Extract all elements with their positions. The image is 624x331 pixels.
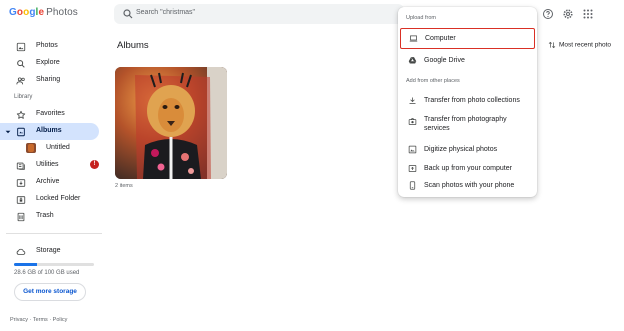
sidebar-item-label: Utilities [36, 161, 59, 168]
back-up-from-computer-item[interactable]: Back up from your computer [400, 160, 535, 178]
sidebar-item-label: Photos [36, 42, 58, 49]
sort-button[interactable]: Most recent photo [548, 41, 611, 49]
caret-down-icon[interactable] [5, 129, 11, 135]
menu-item-label: Transfer from photo collections [424, 97, 520, 104]
menu-item-label: Transfer from photography services [424, 116, 507, 132]
sidebar-item-locked-folder[interactable]: Locked Folder [6, 191, 100, 208]
menu-item-label: Digitize physical photos [424, 146, 498, 153]
cloud-icon [16, 248, 26, 255]
sort-icon [548, 41, 556, 49]
sidebar-item-storage[interactable]: Storage [6, 243, 100, 260]
search-placeholder: Search "christmas" [136, 9, 196, 16]
laptop-icon [409, 35, 418, 42]
google-photos-logo[interactable]: Google Photos [9, 7, 78, 18]
sidebar-item-utilities[interactable]: Utilities ! [6, 157, 100, 174]
sidebar: Photos Explore Sharing Library Favorites… [0, 30, 108, 331]
other-places-label: Add from other places [406, 78, 460, 84]
sidebar-item-untitled-album[interactable]: Untitled [6, 140, 100, 157]
sidebar-item-label: Locked Folder [36, 195, 81, 202]
sidebar-item-label: Trash [36, 212, 54, 219]
download-icon [409, 97, 416, 104]
get-more-storage-button[interactable]: Get more storage [14, 283, 86, 301]
upload-menu: Upload from Computer Google Drive Add fr… [398, 7, 537, 197]
lion-portrait-image [115, 67, 227, 179]
sidebar-item-trash[interactable]: Trash [6, 208, 100, 225]
archive-icon [16, 179, 26, 187]
sort-label: Most recent photo [559, 41, 612, 49]
sidebar-item-sharing[interactable]: Sharing [6, 72, 100, 89]
sidebar-item-archive[interactable]: Archive [6, 174, 100, 191]
logo-word: Google [9, 7, 45, 18]
storage-progress-fill [14, 263, 37, 266]
search-icon [123, 9, 133, 19]
upload-from-label: Upload from [406, 15, 436, 21]
digitize-physical-photos-item[interactable]: Digitize physical photos [400, 141, 535, 159]
photo-scan-icon [408, 145, 417, 154]
menu-item-label: Computer [425, 35, 456, 42]
menu-item-label: Scan photos with your phone [424, 182, 515, 189]
drive-icon [408, 57, 417, 64]
storage-progress-bar [14, 263, 94, 266]
sidebar-item-albums[interactable]: Albums [0, 123, 99, 140]
menu-item-label: Back up from your computer [424, 165, 512, 172]
album-count: 2 items [115, 183, 133, 189]
page-title: Albums [117, 40, 149, 51]
album-card-thumbnail[interactable] [115, 67, 227, 179]
sidebar-item-label: Archive [36, 178, 60, 185]
album-icon [17, 127, 25, 137]
album-thumbnail [26, 143, 36, 153]
sidebar-item-photos[interactable]: Photos [6, 38, 100, 55]
transfer-photo-collections-item[interactable]: Transfer from photo collections [400, 92, 535, 110]
help-icon[interactable] [542, 8, 554, 20]
phone-icon [409, 181, 416, 190]
transfer-photography-services-item[interactable]: Transfer from photography services [400, 113, 535, 137]
sidebar-item-label: Explore [36, 59, 60, 66]
trash-icon [17, 212, 25, 222]
library-section-label: Library [14, 94, 33, 100]
lock-icon [16, 196, 26, 204]
people-icon [16, 77, 25, 85]
storage-used-text: 28.6 GB of 100 GB used [14, 270, 80, 276]
gear-icon[interactable] [562, 8, 574, 20]
star-icon [16, 110, 26, 119]
sidebar-item-label: Favorites [36, 110, 65, 117]
sidebar-item-label: Sharing [36, 76, 61, 83]
notification-badge: ! [90, 160, 99, 169]
sidebar-item-label: Albums [36, 127, 62, 134]
sidebar-item-label: Storage [36, 247, 61, 254]
menu-item-label: Google Drive [424, 57, 465, 64]
sidebar-item-label: Untitled [46, 144, 70, 151]
sidebar-item-favorites[interactable]: Favorites [6, 106, 100, 123]
apps-grid-icon[interactable] [582, 8, 594, 20]
search-input[interactable]: Search "christmas" [114, 4, 404, 24]
footer-links[interactable]: Privacy · Terms · Policy [10, 317, 67, 323]
upload-from-google-drive-item[interactable]: Google Drive [400, 51, 535, 69]
sidebar-item-explore[interactable]: Explore [6, 55, 100, 72]
utilities-icon [16, 162, 25, 170]
logo-product: Photos [46, 7, 78, 18]
upload-from-computer-item[interactable]: Computer [400, 28, 535, 49]
camera-icon [408, 118, 417, 125]
search-icon [17, 60, 25, 68]
backup-icon [408, 165, 417, 172]
scan-photos-with-phone-item[interactable]: Scan photos with your phone [400, 178, 535, 196]
image-icon [16, 42, 26, 52]
sidebar-divider [6, 233, 102, 234]
